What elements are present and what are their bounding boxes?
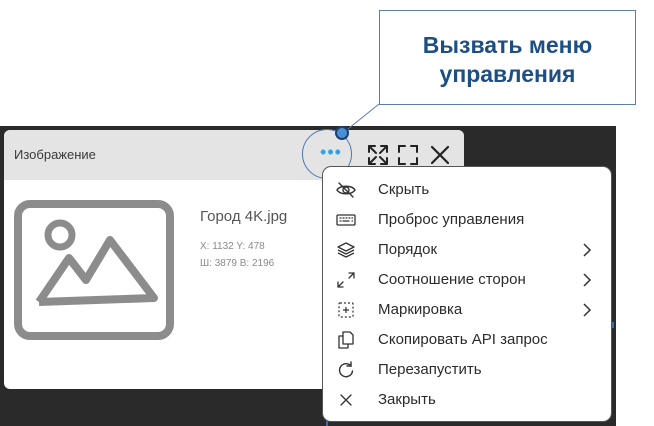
menu-item-close[interactable]: Закрыть [323, 385, 611, 415]
eye-off-icon [335, 180, 357, 200]
image-placeholder-icon [14, 200, 174, 340]
chevron-right-icon [581, 302, 593, 318]
callout-line-2: управления [439, 61, 576, 87]
menu-item-label: Скрыть [378, 181, 430, 198]
layers-icon [335, 240, 357, 260]
control-menu: Скрыть Проброс управления Порядок Соотно… [322, 166, 612, 422]
menu-item-label: Маркировка [378, 301, 463, 318]
chevron-right-icon [581, 242, 593, 258]
menu-item-copy-api[interactable]: Скопировать API запрос [323, 325, 611, 355]
menu-item-hide[interactable]: Скрыть [323, 175, 611, 205]
callout-box: Вызвать меню управления [379, 10, 636, 105]
close-icon [335, 390, 357, 410]
chevron-right-icon [581, 272, 593, 288]
close-icon[interactable] [428, 143, 452, 167]
menu-item-aspect-ratio[interactable]: Соотношение сторон [323, 265, 611, 295]
menu-item-label: Перезапустить [378, 361, 482, 378]
highlight-dot [335, 126, 349, 140]
menu-item-order[interactable]: Порядок [323, 235, 611, 265]
callout-text: Вызвать меню управления [380, 31, 635, 89]
callout-line-1: Вызвать меню [422, 32, 593, 58]
menu-item-restart[interactable]: Перезапустить [323, 355, 611, 385]
window-title: Изображение [14, 147, 96, 162]
size-readout: Ш: 3879 В: 2196 [200, 258, 275, 269]
menu-item-label: Проброс управления [378, 211, 525, 228]
copy-icon [335, 330, 357, 350]
fullscreen-icon[interactable] [396, 143, 420, 167]
marker-grid-icon [335, 300, 357, 320]
position-readout: X: 1132 Y: 478 [200, 241, 265, 252]
keyboard-icon [335, 210, 357, 230]
stage-marker [612, 322, 614, 328]
file-name: Город 4K.jpg [200, 208, 288, 225]
menu-item-marking[interactable]: Маркировка [323, 295, 611, 325]
resize-diagonal-icon [335, 270, 357, 290]
menu-item-label: Порядок [378, 241, 438, 258]
restart-icon [335, 360, 357, 380]
menu-item-label: Соотношение сторон [378, 271, 526, 288]
menu-item-passthrough[interactable]: Проброс управления [323, 205, 611, 235]
menu-item-label: Скопировать API запрос [378, 331, 548, 348]
expand-arrows-icon[interactable] [366, 143, 390, 167]
menu-item-label: Закрыть [378, 391, 436, 408]
